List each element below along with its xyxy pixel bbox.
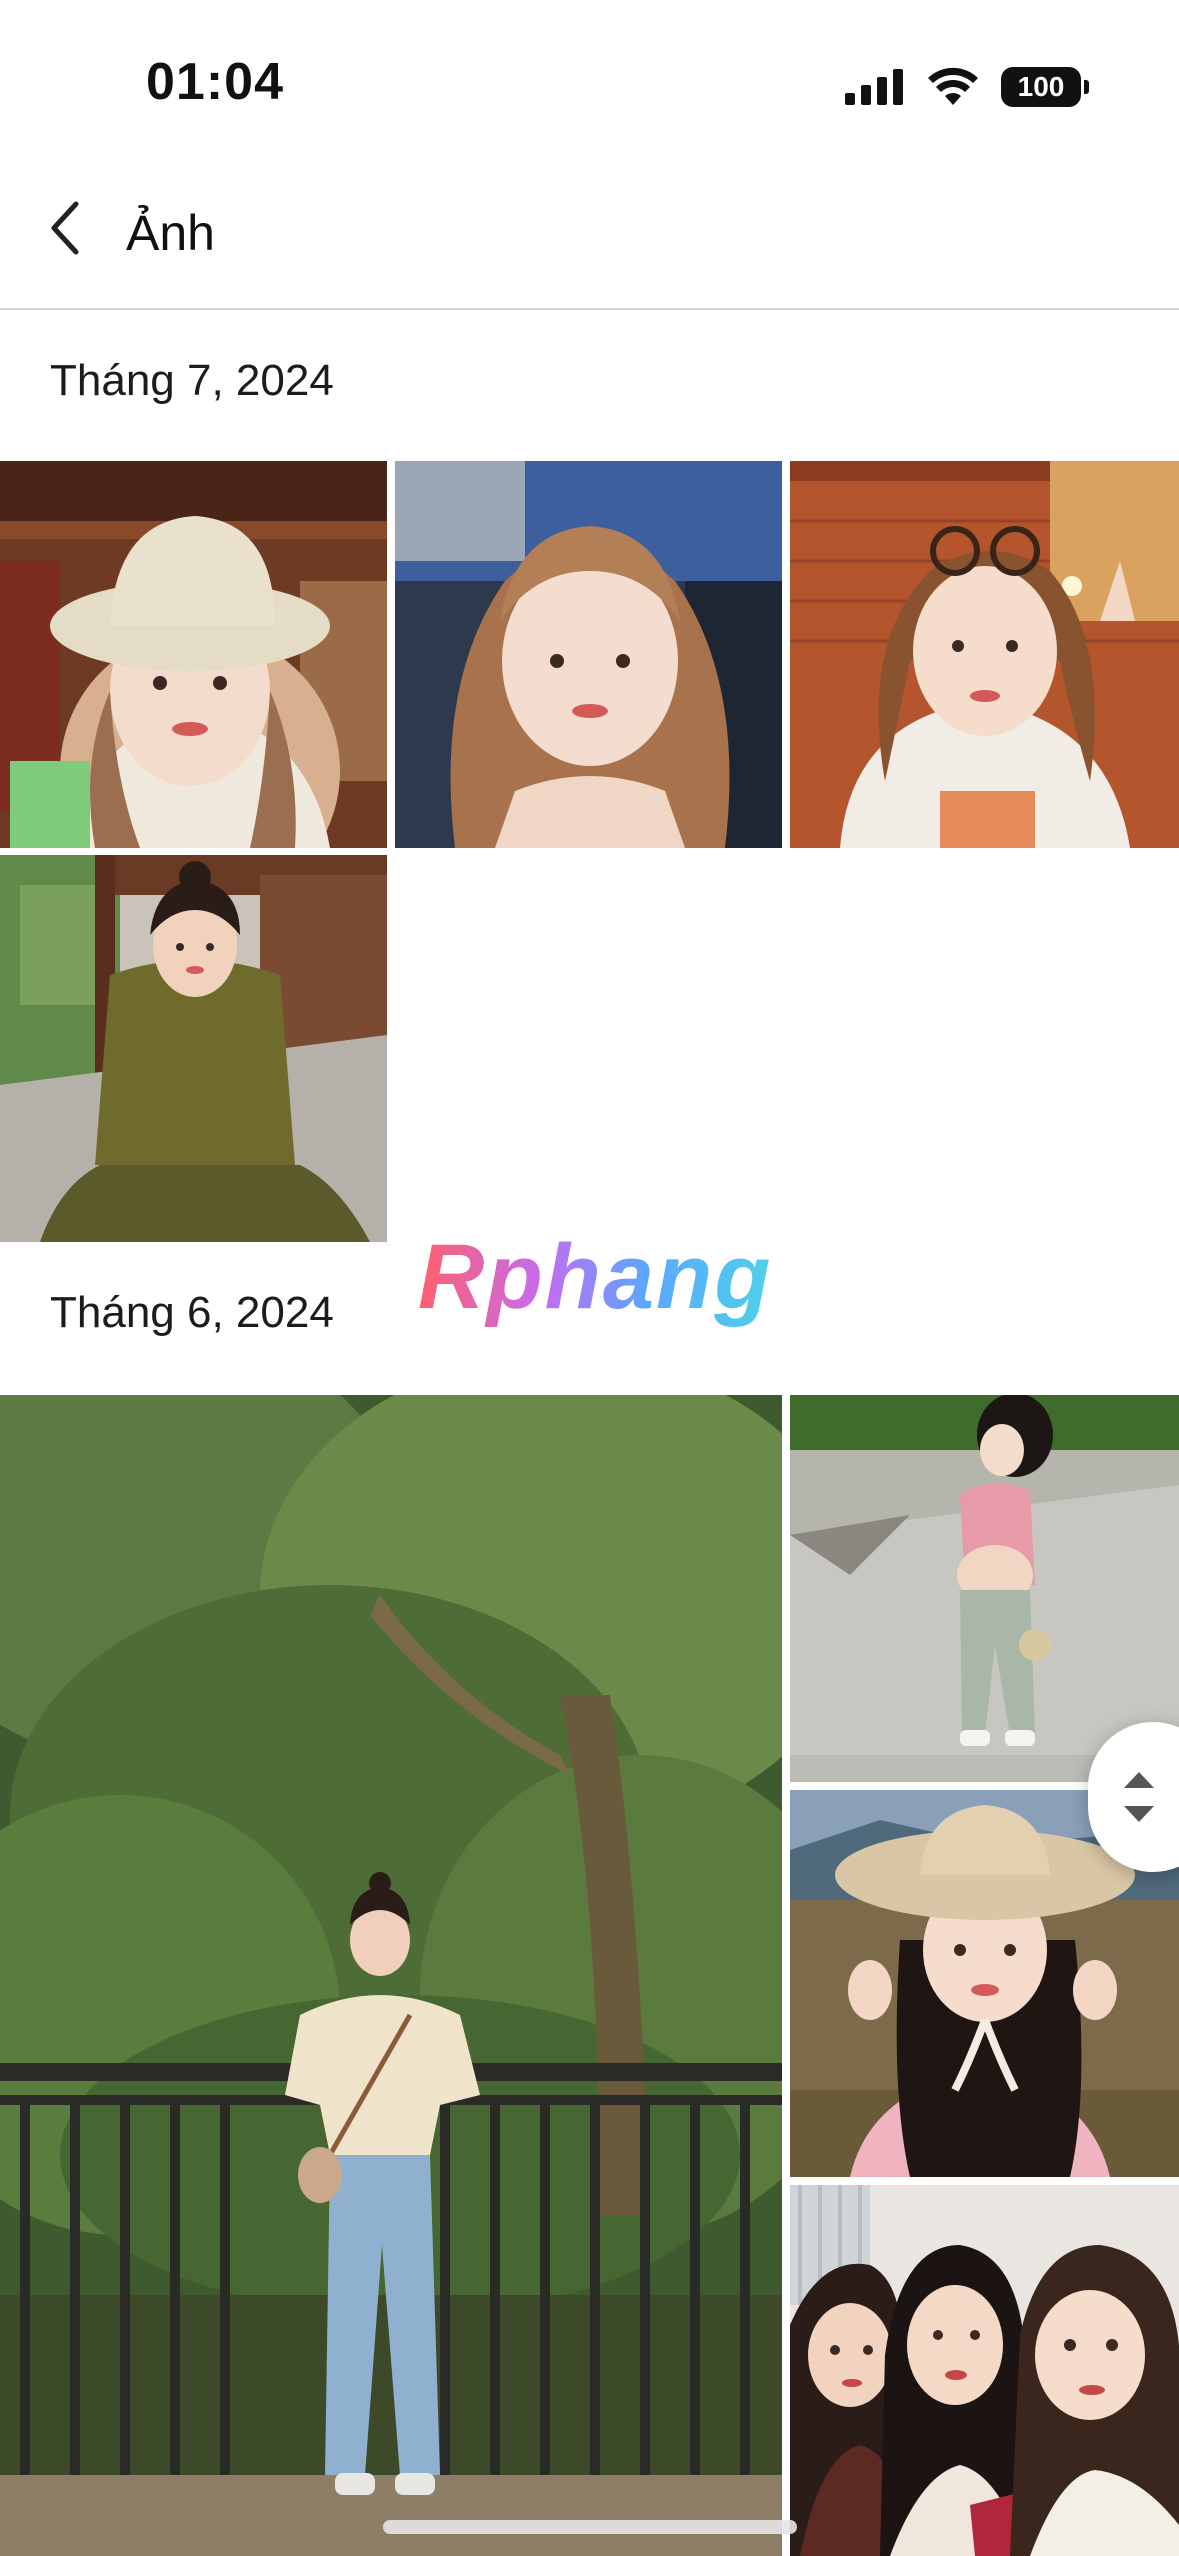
signal-icon xyxy=(845,69,903,105)
status-icons: 100 xyxy=(845,62,1089,112)
chevron-up-icon xyxy=(1124,1772,1154,1788)
page-title: Ảnh xyxy=(126,205,215,261)
photo-gallery-screen: 01:04 100 Ảnh Tháng 7, 2024 Rphang Tháng… xyxy=(0,0,1179,2556)
photo-thumbnail[interactable] xyxy=(0,461,387,848)
photo-thumbnail[interactable] xyxy=(790,461,1179,848)
photo-thumbnail[interactable] xyxy=(790,1395,1179,1782)
chevron-down-icon xyxy=(1124,1806,1154,1822)
chevron-left-icon xyxy=(51,201,79,255)
status-bar: 01:04 100 xyxy=(0,0,1179,150)
back-button[interactable] xyxy=(36,198,96,258)
section-title-june-2024: Tháng 6, 2024 xyxy=(50,1288,334,1337)
section-title-july-2024: Tháng 7, 2024 xyxy=(50,356,334,405)
battery-icon: 100 xyxy=(1001,67,1089,107)
status-time: 01:04 xyxy=(146,53,284,111)
wifi-icon xyxy=(928,67,978,105)
photo-thumbnail-large[interactable] xyxy=(0,1395,782,2556)
watermark-logo: Rphang xyxy=(418,1226,773,1328)
nav-header: Ảnh xyxy=(0,150,1179,310)
home-indicator[interactable] xyxy=(383,2520,797,2534)
photo-thumbnail[interactable] xyxy=(0,855,387,1242)
photo-thumbnail[interactable] xyxy=(395,461,782,848)
photo-thumbnail[interactable] xyxy=(790,2185,1179,2556)
